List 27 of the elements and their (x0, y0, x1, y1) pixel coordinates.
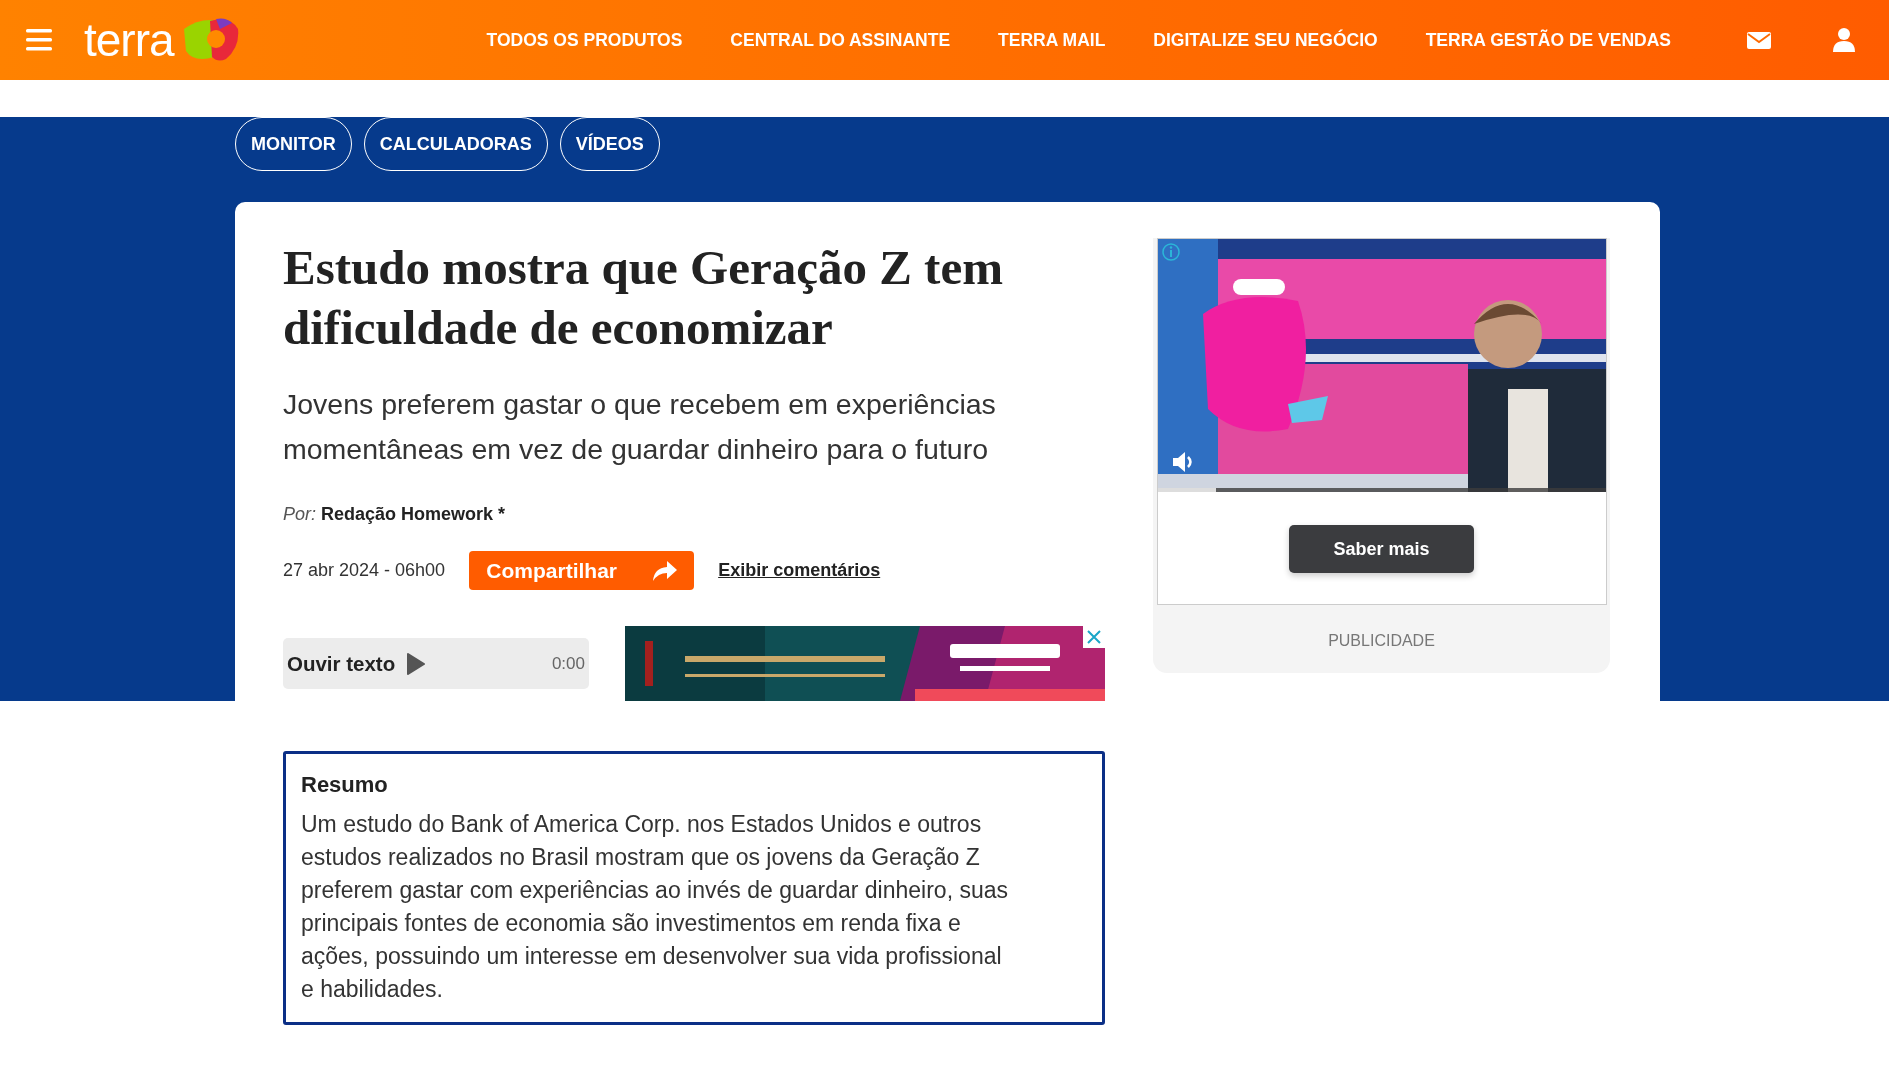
publish-date: 27 abr 2024 - 06h00 (283, 560, 446, 581)
mail-icon[interactable] (1747, 31, 1771, 49)
ad-label: PUBLICIDADE (1328, 632, 1435, 650)
logo[interactable]: terra (84, 13, 174, 67)
audio-time: 0:00 (551, 653, 585, 674)
nav-link[interactable]: TERRA GESTÃO DE VENDAS (1425, 29, 1671, 51)
nav-link[interactable]: CENTRAL DO ASSINANTE (730, 29, 951, 51)
audio-label: Ouvir texto (287, 651, 396, 676)
share-button[interactable]: Compartilhar (469, 551, 695, 590)
menu-icon[interactable] (26, 29, 52, 51)
nav-link[interactable]: DIGITALIZE SEU NEGÓCIO (1153, 29, 1378, 51)
nav-link[interactable]: TODOS OS PRODUTOS (486, 29, 683, 51)
learn-more-button[interactable]: Saber mais (1289, 525, 1474, 573)
nav-link[interactable]: TERRA MAIL (998, 29, 1106, 51)
author-name: Redação Homework * (321, 504, 506, 525)
summary-text: Um estudo do Bank of America Corp. nos Estados Unidos e outros estudos realizados no Brasil mostram que os jovens da Geração Z preferem gastar com experiências ao invés de guardar dinheiro, suas principais fontes de economia são investimentos em renda fixa e ações, possuindo um interesse em desenvolver sua vida profissional e habilidades. (301, 810, 1009, 1004)
share-icon (653, 560, 677, 581)
info-icon[interactable] (1161, 243, 1180, 261)
video-progress-bar[interactable] (1157, 488, 1606, 492)
user-icon[interactable] (1833, 28, 1855, 52)
comments-link[interactable]: Exibir comentários (718, 560, 881, 581)
byline-prefix: Por: (283, 504, 316, 525)
article-title: Estudo mostra que Geração Z tem dificuldade de economizar (283, 239, 1004, 357)
play-icon[interactable] (407, 652, 426, 675)
summary-title: Resumo (301, 772, 389, 798)
article-subtitle: Jovens preferem gastar o que recebem em experiências momentâneas em vez de guardar dinheiro para o futuro (283, 387, 997, 467)
audio-player[interactable]: Ouvir texto 0:00 (283, 638, 589, 689)
